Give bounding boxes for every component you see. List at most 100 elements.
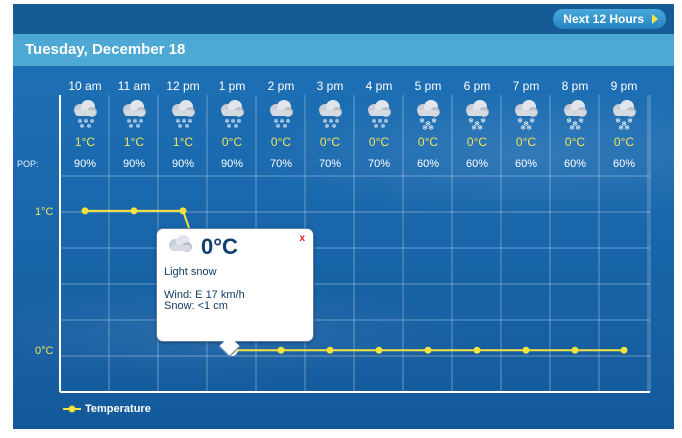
snowflake-cloud-icon: ❄ ❄ ❄❄ ❄ bbox=[466, 100, 489, 132]
hour-label: 5 pm bbox=[415, 79, 442, 93]
popup-condition: Light snow bbox=[164, 266, 217, 278]
cloud-part bbox=[173, 110, 194, 116]
hour-temperature: 0°C bbox=[320, 135, 340, 149]
hour-pop: 70% bbox=[368, 158, 390, 170]
hour-temperature: 1°C bbox=[124, 135, 144, 149]
temperature-point[interactable] bbox=[375, 346, 383, 354]
cloud-part bbox=[614, 110, 635, 116]
hour-label: 8 pm bbox=[562, 79, 589, 93]
hour-temperature: 1°C bbox=[75, 135, 95, 149]
hour-label: 10 am bbox=[68, 79, 101, 93]
cloud-part bbox=[271, 110, 292, 116]
temperature-point[interactable] bbox=[620, 346, 628, 354]
snowflake: ❄ bbox=[578, 117, 584, 125]
cloud-part bbox=[75, 110, 96, 116]
y-tick-label: 0°C bbox=[35, 345, 54, 357]
snowflake: ❄ bbox=[174, 258, 179, 263]
hour-label: 11 am bbox=[118, 79, 150, 93]
snow-cloud-icon: ❄ ❄ ❄❄ ❄ bbox=[169, 235, 192, 263]
snowflake: ❄ bbox=[226, 123, 231, 130]
snowflake: ❄ bbox=[135, 123, 140, 130]
snowflake: ❄ bbox=[79, 123, 84, 130]
snowflake: ❄ bbox=[86, 123, 91, 130]
hour-pop: 60% bbox=[564, 158, 586, 170]
snowflake: ❄ bbox=[181, 258, 186, 263]
y-tick-label: 1°C bbox=[35, 206, 54, 218]
temperature-point[interactable] bbox=[424, 346, 432, 354]
snowflake: ❄ bbox=[282, 123, 287, 130]
snow-cloud-icon: ❄ ❄ ❄❄ ❄ bbox=[172, 100, 195, 130]
hour-temperature: 0°C bbox=[418, 135, 438, 149]
snowflake: ❄ bbox=[480, 117, 486, 125]
hour-temperature: 0°C bbox=[467, 135, 487, 149]
temperature-point[interactable] bbox=[81, 207, 89, 215]
hour-pop: 90% bbox=[172, 158, 194, 170]
snowflake: ❄ bbox=[627, 117, 633, 125]
temperature-point[interactable] bbox=[473, 346, 481, 354]
hour-label: 1 pm bbox=[219, 79, 246, 93]
temperature-point[interactable] bbox=[522, 346, 530, 354]
snowflake: ❄ bbox=[529, 117, 535, 125]
hour-pop: 60% bbox=[417, 158, 439, 170]
legend-temperature-marker bbox=[63, 405, 81, 413]
snow-cloud-icon: ❄ ❄ ❄❄ ❄ bbox=[319, 100, 342, 130]
snow-cloud-icon: ❄ ❄ ❄❄ ❄ bbox=[270, 100, 293, 130]
temperature-point[interactable] bbox=[326, 346, 334, 354]
snowflake: ❄ bbox=[428, 124, 434, 132]
temperature-point[interactable] bbox=[179, 207, 187, 215]
legend-label: Temperature bbox=[85, 403, 151, 415]
hour-pop: 90% bbox=[123, 158, 145, 170]
hour-temperature: 0°C bbox=[565, 135, 585, 149]
hour-label: 7 pm bbox=[513, 79, 540, 93]
hour-pop: 90% bbox=[74, 158, 96, 170]
cloud-part bbox=[124, 110, 145, 116]
hour-pop: 70% bbox=[319, 158, 341, 170]
snowflake-cloud-icon: ❄ ❄ ❄❄ ❄ bbox=[613, 100, 636, 132]
temperature-point[interactable] bbox=[277, 346, 285, 354]
snowflake: ❄ bbox=[380, 123, 385, 130]
hour-temperature: 0°C bbox=[222, 135, 242, 149]
hour-temperature: 0°C bbox=[369, 135, 389, 149]
temperature-point[interactable] bbox=[130, 207, 138, 215]
cloud-part bbox=[565, 110, 586, 116]
temperature-chart: 10 am❄ ❄ ❄❄ ❄1°C90%11 am❄ ❄ ❄❄ ❄1°C90%12 pm❄ ❄ ❄… bbox=[17, 79, 651, 393]
cloud-part bbox=[170, 245, 191, 251]
cloud-part bbox=[222, 110, 243, 116]
snow-cloud-icon: ❄ ❄ ❄❄ ❄ bbox=[123, 100, 146, 130]
snowflake: ❄ bbox=[324, 123, 329, 130]
close-icon[interactable]: x bbox=[299, 233, 305, 244]
snowflake-cloud-icon: ❄ ❄ ❄❄ ❄ bbox=[515, 100, 538, 132]
snowflake: ❄ bbox=[575, 124, 581, 132]
snowflake-cloud-icon: ❄ ❄ ❄❄ ❄ bbox=[564, 100, 587, 132]
snowflake: ❄ bbox=[477, 124, 483, 132]
snowflake: ❄ bbox=[184, 123, 189, 130]
hour-label: 2 pm bbox=[268, 79, 295, 93]
hour-detail-popup: ❄ ❄ ❄ ❄ ❄ 0°C x Light snow Wind: E 17 km/h S… bbox=[156, 228, 314, 358]
hour-label: 6 pm bbox=[464, 79, 491, 93]
cloud-part bbox=[516, 110, 537, 116]
snowflake: ❄ bbox=[275, 123, 280, 130]
snowflake: ❄ bbox=[233, 123, 238, 130]
cloud-part bbox=[467, 110, 488, 116]
popup-temperature: 0°C bbox=[201, 234, 238, 259]
hour-label: 4 pm bbox=[366, 79, 393, 93]
snow-cloud-icon: ❄ ❄ ❄❄ ❄ bbox=[368, 100, 391, 130]
snow-cloud-icon: ❄ ❄ ❄❄ ❄ bbox=[74, 100, 97, 130]
hour-pop: 90% bbox=[221, 158, 243, 170]
snowflake-cloud-icon: ❄ ❄ ❄❄ ❄ bbox=[417, 100, 440, 132]
snowflake: ❄ bbox=[128, 123, 133, 130]
hour-pop: 60% bbox=[515, 158, 537, 170]
popup-snow: Snow: <1 cm bbox=[164, 300, 228, 312]
hour-label: 9 pm bbox=[611, 79, 638, 93]
snow-cloud-icon: ❄ ❄ ❄❄ ❄ bbox=[221, 100, 244, 130]
temperature-point[interactable] bbox=[571, 346, 579, 354]
hour-pop: 60% bbox=[613, 158, 635, 170]
hour-pop: 60% bbox=[466, 158, 488, 170]
snowflake: ❄ bbox=[526, 124, 532, 132]
cloud-part bbox=[320, 110, 341, 116]
pop-row-label: POP: bbox=[17, 159, 39, 169]
hour-temperature: 0°C bbox=[614, 135, 634, 149]
hour-pop: 70% bbox=[270, 158, 292, 170]
weather-app: Next 12 Hours Tuesday, December 18 10 am… bbox=[13, 4, 674, 429]
cloud-part bbox=[418, 110, 439, 116]
